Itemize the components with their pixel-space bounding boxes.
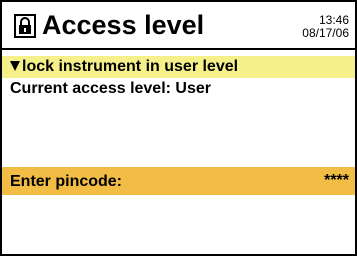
menu-item-lock-instrument[interactable]: lock instrument in user level (2, 56, 355, 78)
instrument-screen: Access level 13:46 08/17/06 lock instrum… (0, 0, 357, 256)
current-access-level: Current access level: User (10, 80, 211, 97)
clock-date: 08/17/06 (302, 26, 349, 40)
pincode-field[interactable]: Enter pincode: **** (2, 167, 355, 195)
pincode-label: Enter pincode: (10, 173, 123, 190)
clock-time: 13:46 (318, 13, 349, 27)
menu-item-label: lock instrument in user level (22, 58, 239, 75)
padlock-icon (14, 14, 36, 38)
dropdown-triangle-icon (10, 61, 20, 71)
page-title: Access level (42, 10, 205, 40)
pincode-value[interactable]: **** (324, 171, 349, 191)
header-bar: Access level 13:46 08/17/06 (2, 2, 355, 50)
